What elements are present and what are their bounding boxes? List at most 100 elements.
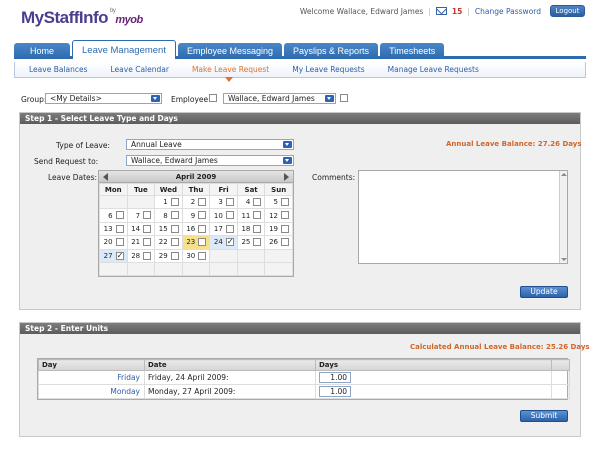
leave-type-select[interactable]: Annual Leave <box>126 139 294 150</box>
day-checkbox[interactable] <box>253 224 262 233</box>
calendar-day[interactable]: 19 <box>264 221 293 237</box>
day-checkbox[interactable] <box>281 198 289 206</box>
subtab-leave-calendar[interactable]: Leave Calendar <box>97 62 178 77</box>
calendar-empty-cell <box>154 261 183 277</box>
update-button[interactable]: Update <box>520 286 568 298</box>
calendar-day[interactable]: 26 <box>264 235 293 250</box>
day-checkbox[interactable] <box>115 224 124 233</box>
sub-tabs: Leave Balances Leave Calendar Make Leave… <box>14 62 586 82</box>
subtab-make-leave-request[interactable]: Make Leave Request <box>178 62 278 82</box>
calendar-day[interactable]: 5 <box>264 194 293 210</box>
prev-month-icon[interactable] <box>103 173 108 181</box>
calendar-empty-cell <box>209 261 238 277</box>
calendar-day[interactable]: 13 <box>99 221 128 237</box>
tab-timesheets[interactable]: Timesheets <box>380 43 445 59</box>
calendar-day[interactable]: 23 <box>181 235 211 250</box>
day-checkbox[interactable] <box>281 238 289 247</box>
row-day[interactable]: Monday <box>38 384 145 399</box>
tab-payslips-reports[interactable]: Payslips & Reports <box>284 43 379 59</box>
day-checkbox[interactable] <box>253 198 262 206</box>
calendar-day[interactable]: 12 <box>264 208 293 223</box>
calendar-day[interactable]: 2 <box>181 194 211 210</box>
calendar-day[interactable]: 9 <box>181 208 211 223</box>
calendar-day[interactable]: 29 <box>154 248 183 263</box>
calendar-day[interactable]: 10 <box>209 208 238 223</box>
chevron-down-icon <box>325 95 334 102</box>
days-input[interactable]: 1.00 <box>319 386 351 397</box>
day-checkbox[interactable] <box>198 224 207 233</box>
day-checkbox[interactable] <box>281 211 289 220</box>
calendar-day[interactable]: 7 <box>126 208 156 223</box>
calendar-day[interactable]: 4 <box>236 194 266 210</box>
calendar-day[interactable]: 11 <box>236 208 266 223</box>
day-checkbox[interactable] <box>225 211 234 220</box>
employee-option-checkbox[interactable] <box>340 94 348 102</box>
day-checkbox[interactable] <box>198 198 207 206</box>
row-day[interactable]: Friday <box>38 370 145 385</box>
day-checkbox[interactable] <box>170 251 179 260</box>
day-checkbox[interactable] <box>198 251 207 260</box>
day-checkbox[interactable] <box>143 238 152 247</box>
calendar-day[interactable]: 14 <box>126 221 156 237</box>
day-checkbox[interactable] <box>143 251 152 260</box>
day-checkbox[interactable] <box>225 238 234 247</box>
day-checkbox[interactable] <box>253 211 262 220</box>
day-checkbox[interactable] <box>143 224 152 233</box>
subtab-manage-leave-requests[interactable]: Manage Leave Requests <box>374 62 488 77</box>
day-checkbox[interactable] <box>281 224 289 233</box>
day-checkbox[interactable] <box>170 224 179 233</box>
change-password-link[interactable]: Change Password <box>475 7 541 16</box>
subtab-my-leave-requests[interactable]: My Leave Requests <box>278 62 373 77</box>
employee-select[interactable]: Wallace, Edward James <box>223 93 336 104</box>
calendar-day[interactable]: 22 <box>154 235 183 250</box>
table-row: Friday Friday, 24 April 2009: 1.00 <box>38 370 570 385</box>
submit-button[interactable]: Submit <box>520 410 568 422</box>
calendar-day[interactable]: 21 <box>126 235 156 250</box>
days-input[interactable]: 1.00 <box>319 372 351 383</box>
mail-icon[interactable] <box>435 7 447 15</box>
send-request-label: Send Request to: <box>34 157 99 166</box>
message-count[interactable]: 15 <box>452 7 462 16</box>
comments-scrollbar[interactable] <box>559 171 567 263</box>
day-checkbox[interactable] <box>115 211 124 220</box>
tab-home[interactable]: Home <box>14 43 70 59</box>
day-checkbox[interactable] <box>170 238 179 247</box>
day-checkbox[interactable] <box>198 238 207 247</box>
day-checkbox[interactable] <box>198 211 207 220</box>
calendar-day[interactable]: 17 <box>209 221 238 237</box>
day-checkbox[interactable] <box>143 211 152 220</box>
weekday-header: Sun <box>264 183 293 196</box>
calendar-day[interactable]: 25 <box>236 235 266 250</box>
employee-all-checkbox[interactable] <box>209 94 217 102</box>
send-request-select[interactable]: Wallace, Edward James <box>126 155 294 166</box>
calendar-day[interactable]: 1 <box>154 194 183 210</box>
calendar-empty-cell <box>236 261 266 277</box>
subtab-leave-balances[interactable]: Leave Balances <box>15 62 97 77</box>
tab-leave-management[interactable]: Leave Management <box>72 40 176 59</box>
day-checkbox[interactable] <box>170 211 179 220</box>
calendar-day[interactable]: 24 <box>209 235 238 250</box>
calendar-day[interactable]: 8 <box>154 208 183 223</box>
day-checkbox[interactable] <box>115 238 124 247</box>
calendar-day[interactable]: 20 <box>99 235 128 250</box>
calendar-day[interactable]: 3 <box>209 194 238 210</box>
calendar-day[interactable]: 16 <box>181 221 211 237</box>
calendar-day[interactable]: 28 <box>126 248 156 263</box>
calendar-day[interactable]: 6 <box>99 208 128 223</box>
calendar-day[interactable]: 15 <box>154 221 183 237</box>
step1-title: Step 1 - Select Leave Type and Days <box>20 113 580 124</box>
main-tabs: Home Leave Management Employee Messaging… <box>14 40 586 59</box>
comments-textarea[interactable] <box>358 170 568 264</box>
logout-button[interactable]: Logout <box>550 5 585 17</box>
calendar-day[interactable]: 18 <box>236 221 266 237</box>
calendar-day[interactable]: 27 <box>99 248 128 263</box>
tab-employee-messaging[interactable]: Employee Messaging <box>177 43 283 59</box>
group-select[interactable]: <My Details> <box>45 93 162 104</box>
day-checkbox[interactable] <box>225 198 234 206</box>
day-checkbox[interactable] <box>170 198 179 206</box>
day-checkbox[interactable] <box>253 238 262 247</box>
next-month-icon[interactable] <box>284 173 289 181</box>
day-checkbox[interactable] <box>225 224 234 233</box>
calendar-day[interactable]: 30 <box>181 248 211 263</box>
day-checkbox[interactable] <box>115 251 124 260</box>
